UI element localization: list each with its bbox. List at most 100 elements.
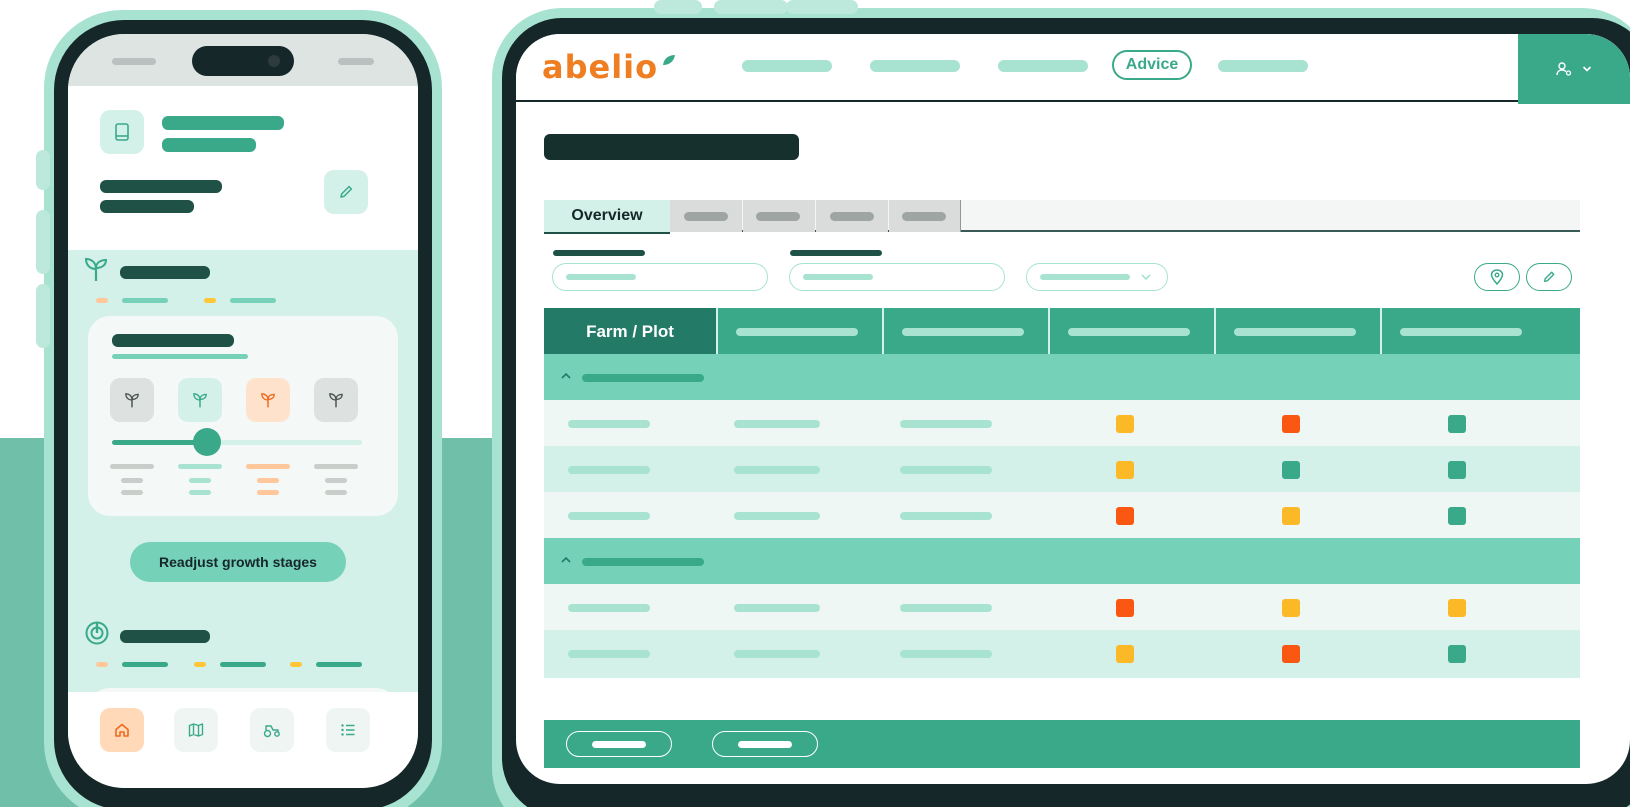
column-divider	[1048, 308, 1050, 356]
tablet-button	[786, 0, 858, 14]
column-header-placeholder[interactable]	[1400, 328, 1522, 336]
stage-value-placeholder	[189, 478, 211, 483]
location-button[interactable]	[1474, 263, 1520, 291]
readjust-growth-stages-button[interactable]: Readjust growth stages	[130, 542, 346, 582]
nav-machinery[interactable]	[250, 708, 294, 752]
section-title-placeholder	[120, 630, 210, 643]
nav-item-5[interactable]	[1218, 60, 1308, 72]
nav-map[interactable]	[174, 708, 218, 752]
column-divider	[1380, 308, 1382, 356]
sprout-icon	[84, 257, 108, 281]
tab-label-placeholder	[756, 212, 800, 221]
status-indicator-green	[1282, 461, 1300, 479]
table-row[interactable]	[544, 630, 1580, 678]
stage-button-4[interactable]	[314, 378, 358, 422]
chevron-down-icon	[1141, 274, 1151, 281]
group-label-placeholder	[582, 374, 704, 382]
chevron-up-icon[interactable]	[560, 554, 572, 566]
nav-advice[interactable]: Advice	[1112, 50, 1192, 80]
stage-label-placeholder	[314, 464, 358, 469]
table-group-row[interactable]	[544, 538, 1580, 586]
legend-swatch	[96, 662, 108, 667]
cell-placeholder	[734, 466, 820, 474]
table-row[interactable]	[544, 584, 1580, 632]
pencil-icon	[340, 185, 353, 198]
table-row[interactable]	[544, 400, 1580, 448]
stage-label-placeholder	[110, 464, 154, 469]
status-indicator-red	[1116, 599, 1134, 617]
cell-placeholder	[734, 604, 820, 612]
cell-placeholder	[568, 650, 650, 658]
nav-home[interactable]	[100, 708, 144, 752]
footer-button-1[interactable]	[566, 731, 672, 757]
edit-button[interactable]	[1526, 263, 1572, 291]
phone-status-bar	[68, 34, 418, 86]
growth-slider-thumb[interactable]	[193, 428, 221, 456]
table-row[interactable]	[544, 492, 1580, 540]
status-indicator-green	[1448, 415, 1466, 433]
column-header-farm-plot[interactable]: Farm / Plot	[544, 308, 716, 356]
stage-value-placeholder	[121, 478, 143, 483]
legend-label-placeholder	[230, 298, 276, 303]
filter-label-placeholder	[790, 250, 882, 256]
illustration-stage: Readjust growth stages abelio Advice Ove…	[0, 0, 1630, 807]
status-indicator-green	[1448, 507, 1466, 525]
sprout-icon	[193, 393, 207, 408]
status-indicator-green	[1448, 461, 1466, 479]
field-subtitle-placeholder	[162, 138, 256, 152]
phone-screen: Readjust growth stages	[68, 34, 418, 788]
legend-swatch	[290, 662, 302, 667]
stage-value-placeholder	[325, 478, 347, 483]
card-title-placeholder	[112, 334, 234, 347]
cell-placeholder	[734, 420, 820, 428]
column-header-placeholder[interactable]	[1234, 328, 1356, 336]
leaf-icon	[663, 55, 675, 65]
cell-placeholder	[900, 650, 992, 658]
status-indicator-yellow	[1448, 599, 1466, 617]
cell-placeholder	[734, 650, 820, 658]
tab-label-placeholder	[902, 212, 946, 221]
user-menu-button[interactable]	[1518, 34, 1630, 104]
nav-list[interactable]	[326, 708, 370, 752]
phone-side-button	[36, 210, 50, 274]
field-detail-placeholder	[100, 180, 222, 193]
cell-placeholder	[568, 420, 650, 428]
tablet-button	[714, 0, 788, 14]
abelio-logo[interactable]: abelio	[542, 48, 658, 86]
footer-button-2[interactable]	[712, 731, 818, 757]
page-title-placeholder	[544, 134, 799, 160]
tab-overview[interactable]: Overview	[544, 200, 670, 234]
status-indicator-green	[1448, 645, 1466, 663]
chevron-up-icon[interactable]	[560, 370, 572, 382]
stage-button-1[interactable]	[110, 378, 154, 422]
status-indicator-yellow	[1116, 461, 1134, 479]
list-icon	[341, 724, 355, 736]
stage-button-2[interactable]	[178, 378, 222, 422]
filter-value-placeholder	[803, 274, 873, 280]
phone-side-button	[36, 284, 50, 348]
legend-label-placeholder	[220, 662, 266, 667]
pencil-icon	[1543, 271, 1555, 283]
target-icon	[85, 621, 109, 645]
table-group-row[interactable]	[544, 354, 1580, 402]
nav-item-1[interactable]	[742, 60, 832, 72]
column-header-placeholder[interactable]	[1068, 328, 1190, 336]
cell-placeholder	[900, 466, 992, 474]
nav-item-3[interactable]	[998, 60, 1088, 72]
status-indicator-red	[1282, 415, 1300, 433]
home-icon	[115, 723, 129, 737]
column-header-placeholder[interactable]	[736, 328, 858, 336]
stage-value-placeholder	[325, 490, 347, 495]
nav-item-2[interactable]	[870, 60, 960, 72]
cell-placeholder	[568, 604, 650, 612]
table-row[interactable]	[544, 446, 1580, 494]
edit-field-button[interactable]	[324, 170, 368, 214]
stage-button-3[interactable]	[246, 378, 290, 422]
legend-swatch	[204, 298, 216, 303]
map-pin-icon	[1490, 269, 1504, 285]
column-divider	[1214, 308, 1216, 356]
camera-icon	[268, 55, 280, 67]
tab-label-placeholder	[684, 212, 728, 221]
column-header-placeholder[interactable]	[902, 328, 1024, 336]
field-detail-placeholder	[100, 200, 194, 213]
